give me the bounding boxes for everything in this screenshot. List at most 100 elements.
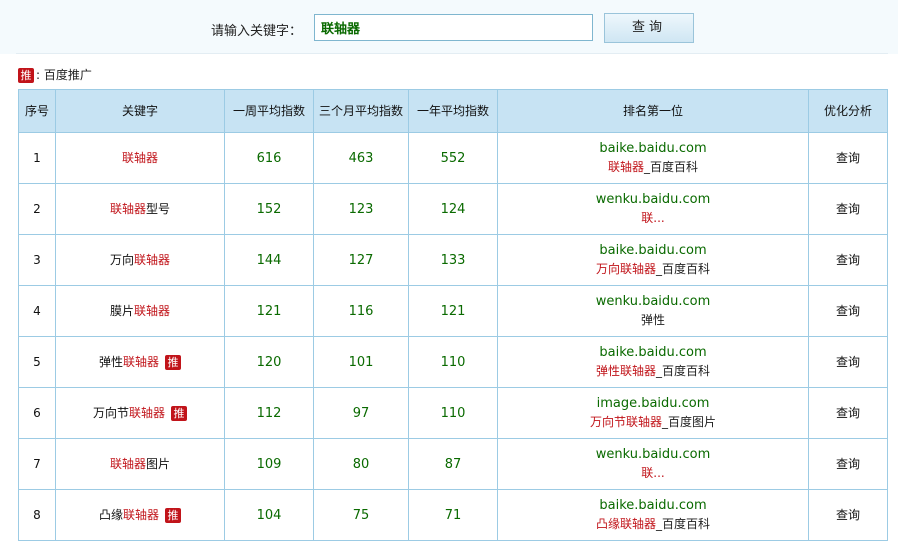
rank-domain[interactable]: baike.baidu.com xyxy=(500,343,806,362)
row-year-index: 110 xyxy=(408,387,498,439)
rank-domain[interactable]: baike.baidu.com xyxy=(500,241,806,260)
row-quarter-index: 80 xyxy=(313,438,409,490)
query-link[interactable]: 查询 xyxy=(836,304,860,318)
rank-title[interactable]: 联轴器_百度百科 xyxy=(500,158,806,177)
row-index: 5 xyxy=(18,336,56,388)
query-link[interactable]: 查询 xyxy=(836,151,860,165)
query-link[interactable]: 查询 xyxy=(836,355,860,369)
rank-title[interactable]: 弹性联轴器_百度百科 xyxy=(500,362,806,381)
row-quarter-index: 97 xyxy=(313,387,409,439)
row-optimize: 查询 xyxy=(808,489,888,541)
query-link[interactable]: 查询 xyxy=(836,202,860,216)
query-link[interactable]: 查询 xyxy=(836,253,860,267)
row-keyword[interactable]: 万向联轴器 xyxy=(55,234,225,286)
keyword-highlight: 联轴器 xyxy=(123,354,160,369)
rank-domain[interactable]: image.baidu.com xyxy=(500,394,806,413)
row-week-index: 616 xyxy=(224,132,314,184)
rank-title-highlight: 万向节联轴器 xyxy=(589,415,662,429)
row-year-index: 71 xyxy=(408,489,498,541)
row-optimize: 查询 xyxy=(808,438,888,490)
row-optimize: 查询 xyxy=(808,285,888,337)
keyword-highlight: 联轴器 xyxy=(109,201,146,216)
keyword-suffix: 图片 xyxy=(146,456,171,471)
row-week-index: 109 xyxy=(224,438,314,490)
row-index: 8 xyxy=(18,489,56,541)
keyword-prefix: 膜片 xyxy=(109,303,134,318)
promo-label: 百度推广 xyxy=(43,68,92,82)
rank-domain[interactable]: wenku.baidu.com xyxy=(500,445,806,464)
row-index: 4 xyxy=(18,285,56,337)
rank-domain[interactable]: wenku.baidu.com xyxy=(500,190,806,209)
rank-title[interactable]: 凸缘联轴器_百度百科 xyxy=(500,515,806,534)
keyword-prefix: 弹性 xyxy=(98,354,123,369)
row-top-rank[interactable]: wenku.baidu.com 弹性 xyxy=(497,285,809,337)
row-year-index: 87 xyxy=(408,438,498,490)
row-top-rank[interactable]: image.baidu.com 万向节联轴器_百度图片 xyxy=(497,387,809,439)
rank-title-suffix: _百度百科 xyxy=(656,517,711,531)
row-year-index: 133 xyxy=(408,234,498,286)
row-top-rank[interactable]: baike.baidu.com 弹性联轴器_百度百科 xyxy=(497,336,809,388)
row-keyword[interactable]: 凸缘联轴器推 xyxy=(55,489,225,541)
rank-title-highlight: 万向联轴器 xyxy=(595,262,656,276)
row-year-index: 124 xyxy=(408,183,498,235)
row-top-rank[interactable]: baike.baidu.com 万向联轴器_百度百科 xyxy=(497,234,809,286)
row-index: 3 xyxy=(18,234,56,286)
search-button[interactable]: 查询 xyxy=(604,13,694,43)
header-top-rank: 排名第一位 xyxy=(497,89,809,133)
divider xyxy=(16,53,888,54)
query-link[interactable]: 查询 xyxy=(836,508,860,522)
rank-domain[interactable]: baike.baidu.com xyxy=(500,139,806,158)
row-keyword[interactable]: 联轴器图片 xyxy=(55,438,225,490)
promoted-badge-icon: 推 xyxy=(171,405,188,421)
header-keyword: 关键字 xyxy=(55,89,225,133)
row-optimize: 查询 xyxy=(808,183,888,235)
rank-title[interactable]: 弹性 xyxy=(500,311,806,330)
row-top-rank[interactable]: baike.baidu.com 联轴器_百度百科 xyxy=(497,132,809,184)
row-optimize: 查询 xyxy=(808,336,888,388)
header-index: 序号 xyxy=(18,89,56,133)
query-link[interactable]: 查询 xyxy=(836,457,860,471)
row-keyword[interactable]: 弹性联轴器推 xyxy=(55,336,225,388)
keyword-highlight: 联轴器 xyxy=(109,456,146,471)
search-input[interactable] xyxy=(314,14,593,41)
table-row: 4 膜片联轴器 121 116 121 wenku.baidu.com 弹性 查询 xyxy=(18,285,888,337)
rank-title-suffix: _百度百科 xyxy=(656,262,711,276)
rank-domain[interactable]: baike.baidu.com xyxy=(500,496,806,515)
row-week-index: 120 xyxy=(224,336,314,388)
rank-title[interactable]: 联... xyxy=(500,464,806,483)
row-index: 6 xyxy=(18,387,56,439)
rank-title-suffix: _百度图片 xyxy=(662,415,717,429)
header-week-index: 一周平均指数 xyxy=(224,89,314,133)
row-year-index: 121 xyxy=(408,285,498,337)
row-week-index: 144 xyxy=(224,234,314,286)
table-row: 7 联轴器图片 109 80 87 wenku.baidu.com 联... 查询 xyxy=(18,438,888,490)
row-keyword[interactable]: 联轴器 xyxy=(55,132,225,184)
rank-title[interactable]: 万向联轴器_百度百科 xyxy=(500,260,806,279)
row-top-rank[interactable]: baike.baidu.com 凸缘联轴器_百度百科 xyxy=(497,489,809,541)
query-link[interactable]: 查询 xyxy=(836,406,860,420)
row-keyword[interactable]: 膜片联轴器 xyxy=(55,285,225,337)
row-quarter-index: 75 xyxy=(313,489,409,541)
rank-title[interactable]: 万向节联轴器_百度图片 xyxy=(500,413,806,432)
row-index: 2 xyxy=(18,183,56,235)
row-optimize: 查询 xyxy=(808,387,888,439)
row-top-rank[interactable]: wenku.baidu.com 联... xyxy=(497,438,809,490)
table-row: 6 万向节联轴器推 112 97 110 image.baidu.com 万向节联轴器_百度… xyxy=(18,387,888,439)
rank-title-suffix: _百度百科 xyxy=(644,160,699,174)
keyword-highlight: 联轴器 xyxy=(134,252,171,267)
rank-title-highlight: 联轴器 xyxy=(607,160,644,174)
row-top-rank[interactable]: wenku.baidu.com 联... xyxy=(497,183,809,235)
promo-badge-icon: 推 xyxy=(18,68,34,83)
promoted-badge-icon: 推 xyxy=(165,507,182,523)
header-quarter-index: 三个月平均指数 xyxy=(313,89,409,133)
row-keyword[interactable]: 万向节联轴器推 xyxy=(55,387,225,439)
row-year-index: 552 xyxy=(408,132,498,184)
rank-domain[interactable]: wenku.baidu.com xyxy=(500,292,806,311)
search-label: 请输入关键字： xyxy=(211,24,303,39)
keyword-highlight: 联轴器 xyxy=(134,303,171,318)
rank-title[interactable]: 联... xyxy=(500,209,806,228)
row-keyword[interactable]: 联轴器型号 xyxy=(55,183,225,235)
keyword-highlight: 联轴器 xyxy=(129,405,166,420)
row-quarter-index: 101 xyxy=(313,336,409,388)
row-week-index: 152 xyxy=(224,183,314,235)
